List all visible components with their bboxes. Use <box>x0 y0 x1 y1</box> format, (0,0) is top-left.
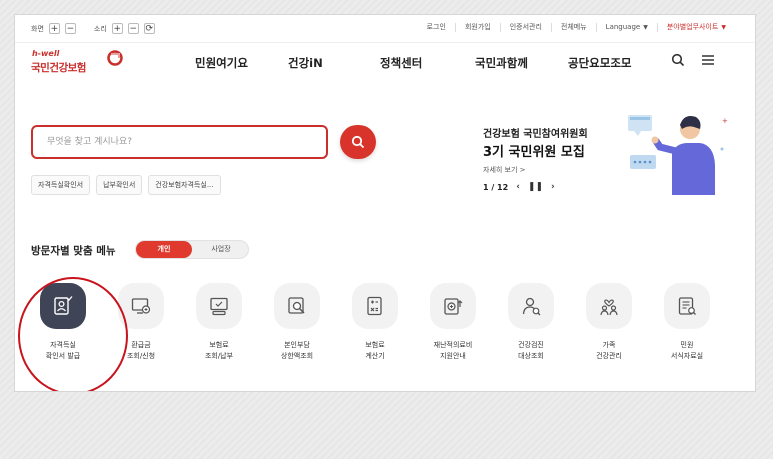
menu-label-line2: 대상조회 <box>518 352 544 360</box>
sound-down-button[interactable]: − <box>127 23 139 34</box>
screen-label: 화면 <box>31 24 44 33</box>
search-button[interactable] <box>340 125 376 159</box>
menu-label-line1: 재난적의료비 <box>433 341 473 349</box>
menu-item-copay-ceiling[interactable]: 본인부담 상한액조회 <box>262 283 332 362</box>
menu-label-line1: 보험료 <box>365 341 385 349</box>
screen-zoom-in-button[interactable]: + <box>48 23 60 34</box>
main-navigation: 민원여기요 건강iN 정책센터 국민과함께 공단요모조모 <box>15 55 755 75</box>
search-icon <box>351 135 365 149</box>
prev-arrow-icon[interactable]: ‹ <box>516 182 520 192</box>
browser-frame: 화면 + − 소리 + − ⟳ 로그인 회원가입 인증서관리 전체메뉴 Lang… <box>14 14 756 392</box>
menu-item-refund[interactable]: 환급금 조회/신청 <box>106 283 176 362</box>
menu-item-health-checkup[interactable]: 건강검진 대상조회 <box>496 283 566 362</box>
banner-pager: 1 / 12 ‹ ❚❚ › <box>483 182 555 192</box>
menu-label-line2: 지원안내 <box>440 352 466 360</box>
sound-label: 소리 <box>93 24 107 33</box>
caret-down-icon: ▼ <box>643 24 648 31</box>
nav-minwon[interactable]: 민원여기요 <box>195 55 248 71</box>
banner-more-link[interactable]: 자세히 보기 > <box>483 165 526 175</box>
menu-item-catastrophic-medical[interactable]: 재난적의료비 지원안내 <box>418 283 488 362</box>
payment-screen-icon <box>210 297 228 316</box>
business-site-select[interactable]: 분야별업무사이트 ▼ <box>656 23 735 32</box>
reset-button[interactable]: ⟳ <box>143 23 155 34</box>
family-icon <box>600 299 618 316</box>
banner-subtitle: 건강보험 국민참여위원회 <box>483 129 588 140</box>
nav-health-in[interactable]: 건강iN <box>288 55 323 71</box>
menu-label-line1: 보험료 <box>209 341 229 349</box>
form-doc-icon <box>678 297 696 315</box>
menu-label-line2: 확인서 발급 <box>45 352 81 360</box>
menu-label-line1: 건강검진 <box>518 341 544 349</box>
popular-keywords: 자격득실확인서 납부확인서 건강보험자격득실... <box>31 175 221 195</box>
accessibility-controls: 화면 + − 소리 + − ⟳ <box>31 23 155 34</box>
banner-person-illustration: + <box>628 115 728 195</box>
search-field[interactable] <box>31 125 328 159</box>
keyword-chip[interactable]: 자격득실확인서 <box>31 175 91 195</box>
search-input[interactable] <box>33 127 326 157</box>
next-arrow-icon[interactable]: › <box>551 182 555 192</box>
banner-page-count: 1 / 12 <box>483 182 509 192</box>
keyword-chip[interactable]: 납부확인서 <box>96 175 143 195</box>
business-site-label: 분야별업무사이트 <box>666 23 719 31</box>
utility-links: 로그인 회원가입 인증서관리 전체메뉴 Language ▼ 분야별업무사이트 ▼ <box>418 23 735 32</box>
divider <box>15 42 755 43</box>
signup-link[interactable]: 회원가입 <box>454 23 500 32</box>
menu-label-line1: 민원 <box>680 341 694 349</box>
language-label: Language <box>605 23 641 31</box>
hamburger-menu-icon[interactable] <box>701 53 715 67</box>
menu-label-line2: 상한액조회 <box>280 352 314 360</box>
menu-label-line2: 건강관리 <box>596 352 622 360</box>
toggle-business[interactable]: 사업장 <box>194 241 248 258</box>
menu-label-line1: 가족 <box>602 341 616 349</box>
menu-label-line1: 자격득실 <box>50 341 76 349</box>
all-menu-link[interactable]: 전체메뉴 <box>550 23 596 32</box>
login-link[interactable]: 로그인 <box>418 23 455 32</box>
visitor-menu-title: 방문자별 맞춤 메뉴 <box>31 245 116 257</box>
screen-zoom-out-button[interactable]: − <box>64 23 76 34</box>
calculator-icon <box>367 296 382 316</box>
svg-text:+: + <box>722 117 728 125</box>
caret-down-icon: ▼ <box>721 24 726 31</box>
menu-label-line2: 계산기 <box>365 352 385 360</box>
utility-bar: 화면 + − 소리 + − ⟳ 로그인 회원가입 인증서관리 전체메뉴 Lang… <box>15 15 755 43</box>
menu-item-premium-payment[interactable]: 보험료 조회/납부 <box>184 283 254 362</box>
menu-label-line2: 조회/신청 <box>126 352 156 360</box>
menu-label-line2: 조회/납부 <box>204 352 234 360</box>
menu-item-forms-archive[interactable]: 민원 서식자료실 <box>652 283 722 362</box>
visitor-type-toggle: 개인 사업장 <box>135 240 249 259</box>
toggle-personal[interactable]: 개인 <box>136 241 192 258</box>
menu-label-line1: 본인부담 <box>284 341 310 349</box>
banner-title: 3기 국민위원 모집 <box>483 145 585 160</box>
monitor-refund-icon <box>131 298 151 314</box>
search-icon[interactable] <box>671 53 685 67</box>
magnify-doc-icon <box>288 297 305 314</box>
id-card-icon <box>54 296 73 315</box>
certificate-link[interactable]: 인증서관리 <box>499 23 551 32</box>
nav-with-citizens[interactable]: 국민과함께 <box>475 55 528 71</box>
menu-label-line2: 서식자료실 <box>670 352 704 360</box>
medical-support-icon <box>444 298 463 315</box>
nav-policy-center[interactable]: 정책센터 <box>380 55 422 71</box>
menu-item-family-health[interactable]: 가족 건강관리 <box>574 283 644 362</box>
pause-icon[interactable]: ❚❚ <box>528 182 543 192</box>
menu-label-line1: 환급금 <box>131 341 151 349</box>
nav-about-nhis[interactable]: 공단요모조모 <box>568 55 631 71</box>
language-select[interactable]: Language ▼ <box>595 23 657 32</box>
checkup-person-icon <box>522 297 541 316</box>
keyword-chip[interactable]: 건강보험자격득실... <box>148 175 221 195</box>
menu-item-eligibility-certificate[interactable]: 자격득실 확인서 발급 <box>28 283 98 362</box>
menu-item-premium-calculator[interactable]: 보험료 계산기 <box>340 283 410 362</box>
sound-up-button[interactable]: + <box>111 23 123 34</box>
